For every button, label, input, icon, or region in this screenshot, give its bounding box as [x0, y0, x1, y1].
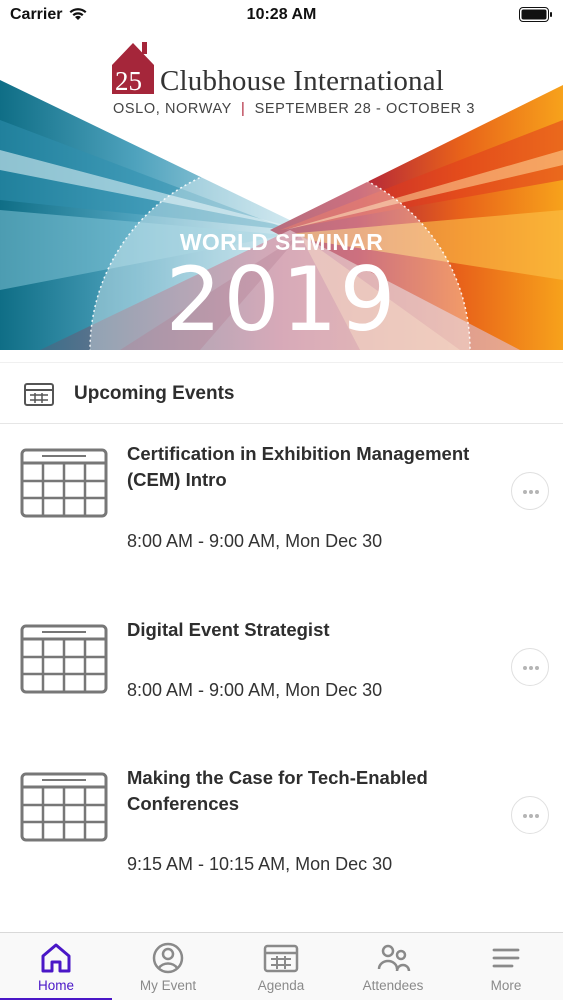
home-icon [41, 943, 71, 973]
calendar-icon [263, 944, 299, 973]
event-more-button[interactable] [511, 796, 549, 834]
event-item[interactable]: Digital Event Strategist 8:00 AM - 9:00 … [0, 600, 563, 740]
tab-more[interactable]: More [450, 933, 562, 1000]
seminar-year: 2019 [165, 248, 398, 350]
event-location-dates: OSLO, NORWAY | SEPTEMBER 28 - OCTOBER 3 [113, 101, 475, 117]
upcoming-events-header: Upcoming Events [0, 362, 563, 424]
tab-label: More [490, 978, 522, 993]
status-bar: Carrier 10:28 AM [0, 0, 563, 30]
tab-attendees[interactable]: Attendees [337, 933, 449, 1000]
event-time: 8:00 AM - 9:00 AM, Mon Dec 30 [127, 680, 383, 700]
svg-text:25: 25 [115, 66, 142, 96]
calendar-icon [20, 772, 108, 842]
event-item[interactable]: Certification in Exhibition Management (… [0, 424, 563, 584]
menu-icon [492, 948, 520, 968]
tab-label: My Event [139, 978, 197, 993]
event-title: Certification in Exhibition Management (… [127, 443, 470, 490]
ellipsis-icon [523, 490, 527, 494]
tab-label: Home [37, 978, 74, 993]
event-time: 9:15 AM - 10:15 AM, Mon Dec 30 [127, 854, 393, 874]
tab-agenda[interactable]: Agenda [225, 933, 337, 1000]
calendar-icon [20, 448, 108, 518]
tab-home[interactable]: Home [0, 933, 112, 1000]
brand-name: Clubhouse International [160, 65, 445, 97]
user-circle-icon [152, 942, 184, 974]
calendar-icon [20, 624, 108, 694]
ellipsis-icon [523, 666, 527, 670]
tab-label: Attendees [362, 978, 424, 993]
clock-label: 10:28 AM [246, 6, 317, 23]
event-more-button[interactable] [511, 472, 549, 510]
event-more-button[interactable] [511, 648, 549, 686]
battery-icon [519, 7, 552, 22]
location-separator: | [236, 101, 250, 117]
tab-my-event[interactable]: My Event [112, 933, 224, 1000]
event-dates: SEPTEMBER 28 - OCTOBER 3 [254, 101, 475, 117]
calendar-icon [24, 383, 54, 406]
tab-label: Agenda [257, 978, 305, 993]
event-title: Making the Case for Tech-Enabled Confere… [127, 767, 428, 814]
tab-bar: Home My Event Agenda Attendees More [0, 932, 563, 1000]
people-icon [377, 944, 411, 972]
ellipsis-icon [523, 814, 527, 818]
event-item[interactable]: Making the Case for Tech-Enabled Confere… [0, 750, 563, 910]
section-title: Upcoming Events [74, 383, 235, 404]
event-banner: 25 Clubhouse International OSLO, NORWAY … [0, 30, 563, 350]
event-time: 8:00 AM - 9:00 AM, Mon Dec 30 [127, 531, 383, 551]
event-title: Digital Event Strategist [127, 619, 330, 640]
event-location: OSLO, NORWAY [113, 101, 232, 117]
